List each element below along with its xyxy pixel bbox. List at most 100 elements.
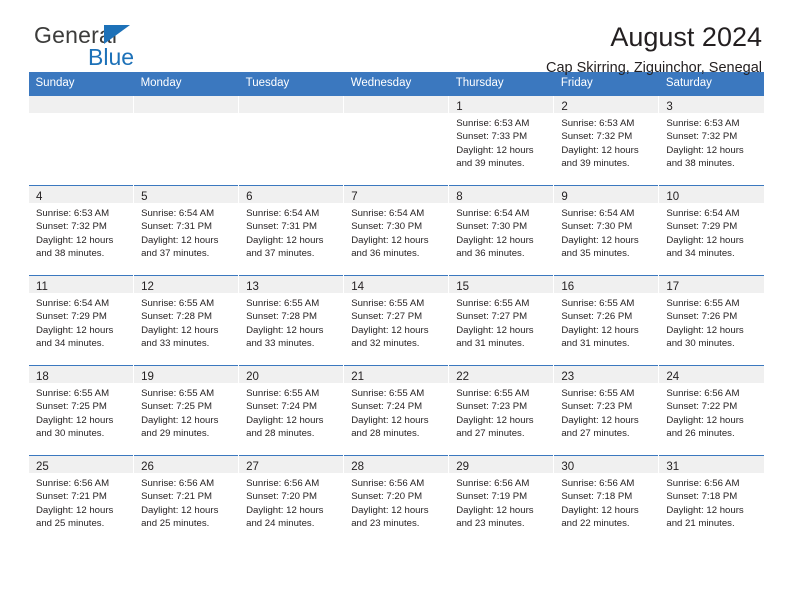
calendar-day-cell[interactable]: 22 Sunrise: 6:55 AM Sunset: 7:23 PM Dayligh…	[448, 365, 554, 456]
calendar-day-cell[interactable]: 13 Sunrise: 6:55 AM Sunset: 7:28 PM Dayligh…	[238, 275, 344, 366]
calendar-day-cell-empty	[238, 95, 344, 186]
sunset-time: Sunset: 7:26 PM	[561, 311, 633, 323]
sunrise-time: Sunrise: 6:54 AM	[666, 208, 740, 219]
calendar-day-cell[interactable]: 10 Sunrise: 6:54 AM Sunset: 7:29 PM Dayligh…	[658, 185, 764, 276]
calendar-day-cell[interactable]: 17 Sunrise: 6:55 AM Sunset: 7:26 PM Dayligh…	[658, 275, 764, 366]
calendar-day-cell[interactable]: 31 Sunrise: 6:56 AM Sunset: 7:18 PM Dayligh…	[658, 455, 764, 546]
sunset-time: Sunset: 7:30 PM	[456, 221, 528, 233]
calendar-day-cell[interactable]: 26 Sunrise: 6:56 AM Sunset: 7:21 PM Dayligh…	[133, 455, 239, 546]
day-number: 22	[456, 371, 470, 383]
triangle-icon	[104, 25, 130, 44]
calendar-day-cell[interactable]: 19 Sunrise: 6:55 AM Sunset: 7:25 PM Dayligh…	[133, 365, 239, 456]
daylight-duration-line2: and 33 minutes.	[246, 337, 315, 349]
daylight-duration-line2: and 37 minutes.	[246, 247, 315, 259]
calendar-day-cell[interactable]: 2 Sunrise: 6:53 AM Sunset: 7:32 PM Daylight…	[553, 95, 659, 186]
daylight-duration-line2: and 36 minutes.	[351, 247, 420, 259]
day-number-band: 15	[449, 276, 554, 293]
sunrise-time: Sunrise: 6:53 AM	[561, 118, 635, 129]
daylight-duration-line1: Daylight: 12 hours	[666, 504, 744, 516]
weekday-header-monday: Monday	[133, 72, 239, 96]
daylight-duration-line2: and 21 minutes.	[666, 517, 735, 529]
calendar-week-row: 18 Sunrise: 6:55 AM Sunset: 7:25 PM Dayligh…	[27, 365, 764, 456]
day-number: 3	[666, 101, 673, 113]
sunset-time: Sunset: 7:25 PM	[36, 401, 107, 413]
calendar-day-cell[interactable]: 23 Sunrise: 6:55 AM Sunset: 7:23 PM Dayligh…	[553, 365, 659, 456]
calendar-day-cell[interactable]: 5 Sunrise: 6:54 AM Sunset: 7:31 PM Daylight…	[133, 185, 239, 276]
daylight-duration-line1: Daylight: 12 hours	[456, 144, 534, 156]
calendar-day-cell[interactable]: 21 Sunrise: 6:55 AM Sunset: 7:24 PM Dayligh…	[343, 365, 449, 456]
calendar-day-cell[interactable]: 4 Sunrise: 6:53 AM Sunset: 7:32 PM Daylight…	[27, 185, 134, 276]
calendar-day-cell[interactable]: 28 Sunrise: 6:56 AM Sunset: 7:20 PM Dayligh…	[343, 455, 449, 546]
sunrise-time: Sunrise: 6:55 AM	[351, 298, 425, 309]
day-number-band: 3	[659, 96, 764, 113]
sunrise-sunset-calendar: Sunday Monday Tuesday Wednesday Thursday Frid…	[27, 72, 764, 546]
day-details: Sunrise: 6:56 AM Sunset: 7:20 PM Daylight:…	[239, 473, 343, 530]
calendar-day-cell[interactable]: 8 Sunrise: 6:54 AM Sunset: 7:30 PM Daylight…	[448, 185, 554, 276]
day-number: 5	[141, 191, 148, 203]
daylight-duration-line2: and 27 minutes.	[456, 427, 525, 439]
day-number-band	[29, 96, 134, 113]
calendar-day-cell[interactable]: 1 Sunrise: 6:53 AM Sunset: 7:33 PM Daylight…	[448, 95, 554, 186]
daylight-duration-line2: and 35 minutes.	[561, 247, 630, 259]
daylight-duration-line2: and 31 minutes.	[456, 337, 525, 349]
calendar-day-cell[interactable]: 20 Sunrise: 6:55 AM Sunset: 7:24 PM Dayligh…	[238, 365, 344, 456]
day-number-band: 18	[29, 366, 134, 383]
day-details: Sunrise: 6:55 AM Sunset: 7:26 PM Daylight:…	[554, 293, 658, 350]
daylight-duration-line2: and 32 minutes.	[351, 337, 420, 349]
day-number-band: 14	[344, 276, 449, 293]
sunrise-time: Sunrise: 6:54 AM	[456, 208, 530, 219]
daylight-duration-line1: Daylight: 12 hours	[246, 324, 324, 336]
calendar-day-cell[interactable]: 7 Sunrise: 6:54 AM Sunset: 7:30 PM Daylight…	[343, 185, 449, 276]
calendar-day-cell[interactable]: 18 Sunrise: 6:55 AM Sunset: 7:25 PM Dayligh…	[27, 365, 134, 456]
daylight-duration-line2: and 23 minutes.	[456, 517, 525, 529]
day-number-band: 20	[239, 366, 344, 383]
daylight-duration-line1: Daylight: 12 hours	[351, 324, 429, 336]
sunrise-time: Sunrise: 6:56 AM	[246, 478, 320, 489]
calendar-day-cell[interactable]: 24 Sunrise: 6:56 AM Sunset: 7:22 PM Dayligh…	[658, 365, 764, 456]
sunrise-time: Sunrise: 6:56 AM	[351, 478, 425, 489]
sunrise-time: Sunrise: 6:55 AM	[246, 388, 320, 399]
calendar-day-cell[interactable]: 29 Sunrise: 6:56 AM Sunset: 7:19 PM Dayligh…	[448, 455, 554, 546]
daylight-duration-line2: and 31 minutes.	[561, 337, 630, 349]
calendar-day-cell[interactable]: 30 Sunrise: 6:56 AM Sunset: 7:18 PM Dayligh…	[553, 455, 659, 546]
daylight-duration-line1: Daylight: 12 hours	[36, 414, 114, 426]
daylight-duration-line1: Daylight: 12 hours	[561, 414, 639, 426]
daylight-duration-line1: Daylight: 12 hours	[561, 234, 639, 246]
calendar-day-cell[interactable]: 11 Sunrise: 6:54 AM Sunset: 7:29 PM Dayligh…	[27, 275, 134, 366]
day-details: Sunrise: 6:54 AM Sunset: 7:31 PM Daylight:…	[239, 203, 343, 260]
calendar-day-cell[interactable]: 16 Sunrise: 6:55 AM Sunset: 7:26 PM Dayligh…	[553, 275, 659, 366]
day-details: Sunrise: 6:54 AM Sunset: 7:29 PM Daylight:…	[659, 203, 764, 260]
day-details: Sunrise: 6:55 AM Sunset: 7:23 PM Daylight:…	[554, 383, 658, 440]
daylight-duration-line2: and 34 minutes.	[36, 337, 105, 349]
sunset-time: Sunset: 7:30 PM	[351, 221, 423, 233]
sunset-time: Sunset: 7:20 PM	[246, 491, 318, 503]
calendar-day-cell[interactable]: 25 Sunrise: 6:56 AM Sunset: 7:21 PM Dayligh…	[27, 455, 134, 546]
general-blue-logo[interactable]: General Blue	[28, 22, 208, 74]
day-number: 1	[456, 101, 463, 113]
calendar-day-cell[interactable]: 14 Sunrise: 6:55 AM Sunset: 7:27 PM Dayligh…	[343, 275, 449, 366]
calendar-day-cell[interactable]: 9 Sunrise: 6:54 AM Sunset: 7:30 PM Daylight…	[553, 185, 659, 276]
calendar-day-cell[interactable]: 15 Sunrise: 6:55 AM Sunset: 7:27 PM Dayligh…	[448, 275, 554, 366]
calendar-body: 1 Sunrise: 6:53 AM Sunset: 7:33 PM Daylight…	[27, 95, 764, 546]
day-number: 26	[141, 461, 154, 473]
sunset-time: Sunset: 7:32 PM	[561, 131, 633, 143]
calendar-day-cell[interactable]: 3 Sunrise: 6:53 AM Sunset: 7:32 PM Daylight…	[658, 95, 764, 186]
day-number: 10	[666, 191, 680, 203]
sunset-time: Sunset: 7:23 PM	[561, 401, 633, 413]
weekday-header-thursday: Thursday	[448, 72, 554, 96]
calendar-day-cell[interactable]: 12 Sunrise: 6:55 AM Sunset: 7:28 PM Dayligh…	[133, 275, 239, 366]
day-details: Sunrise: 6:56 AM Sunset: 7:19 PM Daylight:…	[449, 473, 553, 530]
sunrise-time: Sunrise: 6:54 AM	[141, 208, 215, 219]
sunset-time: Sunset: 7:23 PM	[456, 401, 528, 413]
day-number-band: 9	[554, 186, 659, 203]
daylight-duration-line1: Daylight: 12 hours	[36, 234, 114, 246]
daylight-duration-line2: and 38 minutes.	[36, 247, 105, 259]
day-number-band: 10	[659, 186, 764, 203]
calendar-day-cell[interactable]: 6 Sunrise: 6:54 AM Sunset: 7:31 PM Daylight…	[238, 185, 344, 276]
calendar-day-cell[interactable]: 27 Sunrise: 6:56 AM Sunset: 7:20 PM Dayligh…	[238, 455, 344, 546]
day-details: Sunrise: 6:56 AM Sunset: 7:22 PM Daylight:…	[659, 383, 764, 440]
calendar-day-cell-empty	[133, 95, 239, 186]
calendar-week-row: 4 Sunrise: 6:53 AM Sunset: 7:32 PM Daylight…	[27, 185, 764, 276]
daylight-duration-line1: Daylight: 12 hours	[456, 324, 534, 336]
day-number: 19	[141, 371, 154, 383]
